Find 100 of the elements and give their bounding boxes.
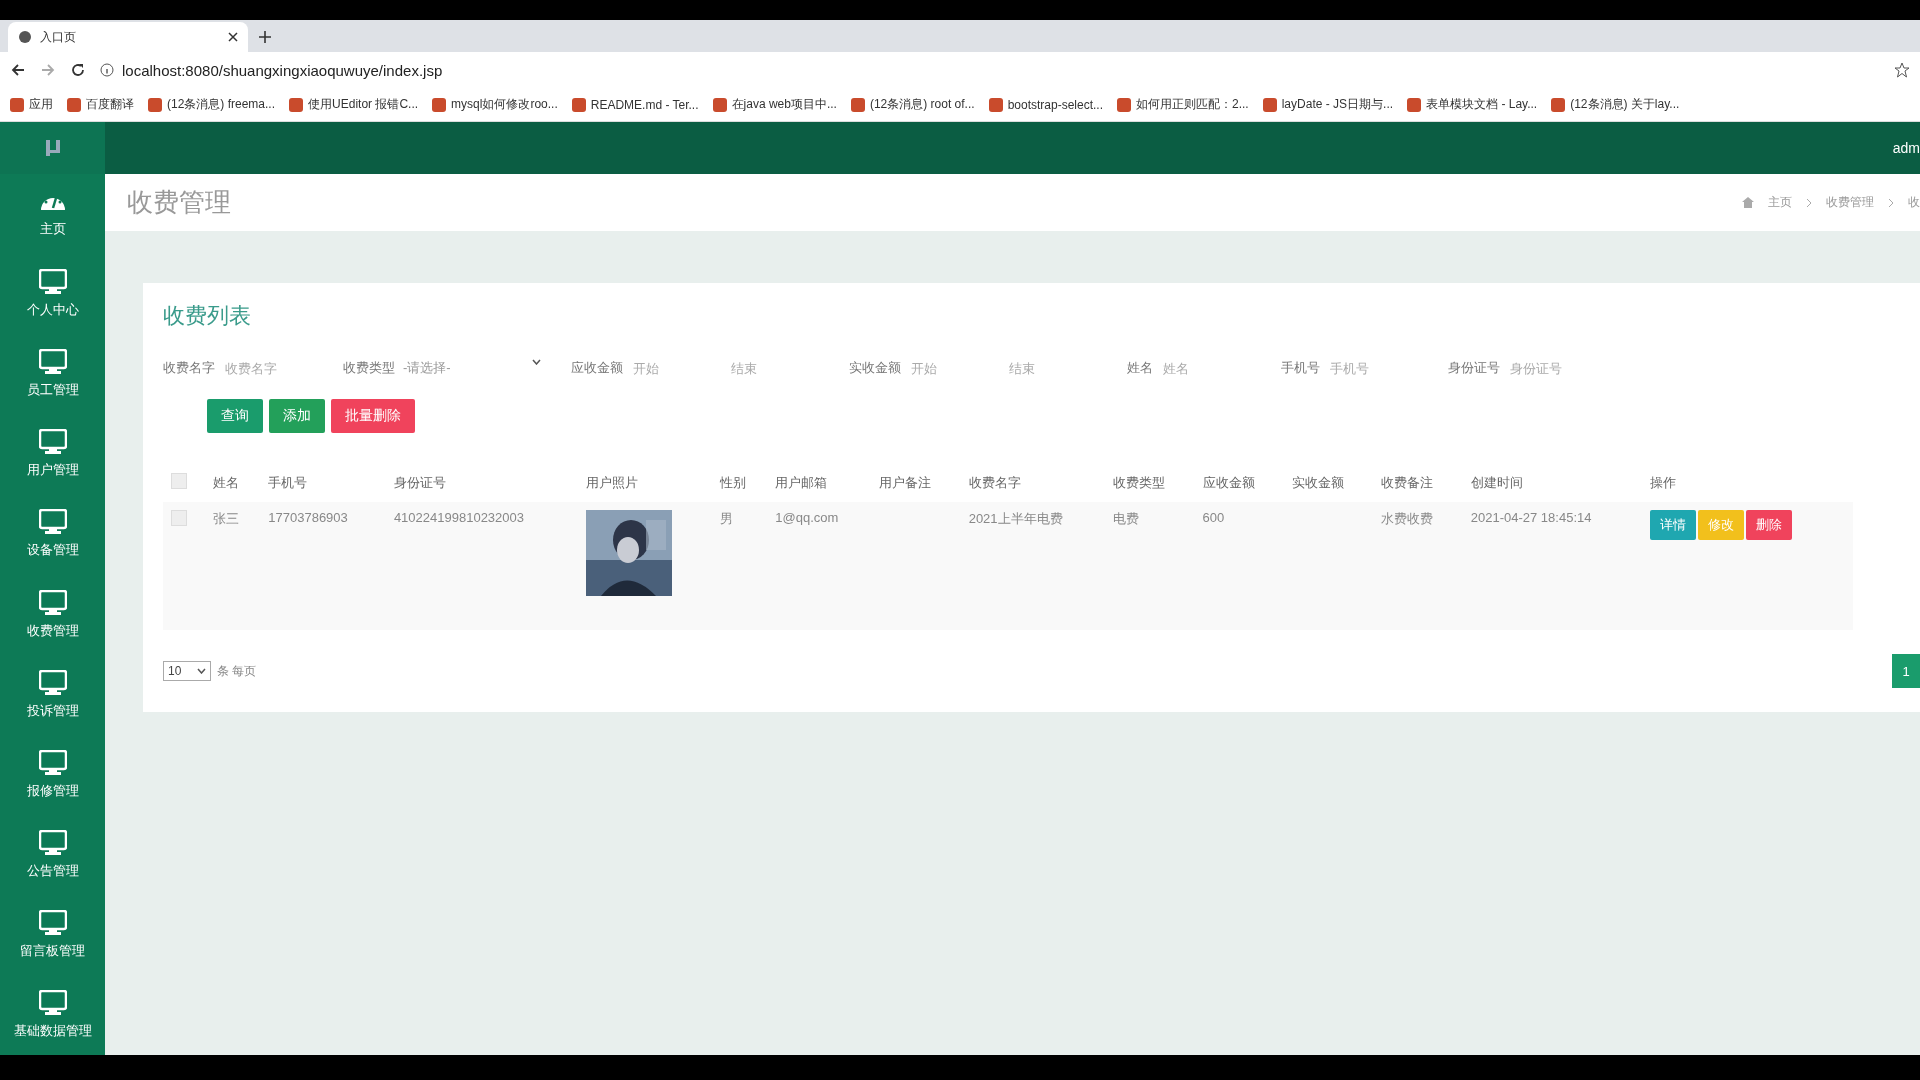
page-button[interactable]: 1 — [1892, 654, 1920, 688]
column-header: 应收金额 — [1194, 463, 1284, 502]
column-header: 创建时间 — [1462, 463, 1643, 502]
filter-input[interactable]: 收费名字 — [223, 359, 313, 377]
row-checkbox[interactable] — [171, 510, 187, 526]
monitor-icon — [38, 509, 67, 536]
breadcrumb-link[interactable]: 收费管理 — [1826, 194, 1874, 211]
monitor-icon — [38, 429, 67, 456]
filter-label: 收费类型 — [343, 359, 395, 377]
select-all-checkbox[interactable] — [171, 473, 187, 489]
favicon-icon — [988, 97, 1003, 112]
filter-label: 姓名 — [1127, 359, 1153, 377]
info-icon — [100, 63, 114, 77]
favicon-icon — [1551, 97, 1566, 112]
favicon-icon — [67, 97, 81, 112]
favicon-icon — [10, 97, 24, 112]
bookmark[interactable]: 百度翻译 — [67, 96, 134, 113]
table-cell: 电费 — [1113, 511, 1140, 526]
sidebar-item[interactable]: 个人中心 — [0, 254, 105, 335]
favicon-icon — [850, 97, 865, 112]
column-header: 姓名 — [205, 463, 261, 502]
bookmark[interactable]: README.md - Ter... — [571, 97, 699, 112]
range-input[interactable]: 结束 — [1007, 359, 1097, 377]
favicon-icon — [571, 97, 586, 112]
filter-label: 身份证号 — [1448, 359, 1500, 377]
card-title: 收费列表 — [163, 302, 252, 330]
back-icon[interactable] — [10, 62, 26, 78]
range-input[interactable]: 结束 — [729, 359, 819, 377]
star-icon[interactable] — [1894, 62, 1910, 78]
bookmark[interactable]: (12条消息) root of... — [850, 96, 975, 113]
sidebar-item[interactable]: 收费管理 — [0, 574, 105, 655]
table-cell: 男 — [720, 511, 734, 526]
action-button[interactable]: 批量删除 — [331, 399, 415, 433]
type-select[interactable]: -请选择- — [403, 359, 541, 377]
monitor-icon — [38, 669, 67, 696]
monitor-icon — [38, 349, 67, 376]
filter-label: 应收金额 — [571, 359, 623, 377]
monitor-icon — [38, 990, 67, 1016]
caret-icon — [197, 668, 206, 674]
favicon-icon — [1117, 97, 1131, 112]
monitor-icon — [38, 909, 67, 936]
page-size-label: 条 每页 — [217, 662, 257, 680]
bookmark[interactable]: (12条消息) 关于lay... — [1551, 96, 1680, 113]
close-icon[interactable] — [228, 32, 238, 42]
row-action-button[interactable]: 删除 — [1746, 510, 1793, 540]
action-button[interactable]: 添加 — [269, 399, 325, 433]
new-tab-icon[interactable] — [258, 30, 272, 44]
range-input[interactable]: 开始 — [909, 359, 999, 377]
chevron-icon — [1806, 197, 1812, 208]
column-header: 手机号 — [260, 463, 386, 502]
sidebar-item[interactable]: 基础数据管理 — [0, 974, 105, 1056]
user-name[interactable]: adm — [1892, 140, 1920, 156]
sidebar-item[interactable]: 报修管理 — [0, 734, 105, 815]
range-input[interactable]: 开始 — [631, 359, 721, 377]
sidebar-item[interactable]: 设备管理 — [0, 494, 105, 575]
filter-label: 收费名字 — [163, 359, 215, 377]
column-header: 收费类型 — [1105, 463, 1195, 502]
favicon-icon — [712, 97, 727, 112]
favicon-icon — [432, 97, 447, 112]
favicon-icon — [148, 97, 162, 112]
sidebar-item[interactable]: 用户管理 — [0, 414, 105, 495]
sidebar-item[interactable]: 投诉管理 — [0, 654, 105, 735]
bookmark[interactable]: 如何用正则匹配：2... — [1117, 96, 1249, 113]
table-cell: 410224199810232003 — [393, 510, 524, 525]
sidebar-item[interactable]: 员工管理 — [0, 334, 105, 415]
filter-input[interactable]: 身份证号 — [1508, 359, 1598, 377]
favicon-icon — [1407, 97, 1422, 112]
caret-icon — [532, 359, 541, 365]
sidebar-item[interactable]: 留言板管理 — [0, 894, 105, 975]
table-cell: 张三 — [213, 511, 240, 526]
bookmark[interactable]: (12条消息) freema... — [148, 96, 276, 113]
filter-label: 实收金额 — [849, 359, 901, 377]
bookmark[interactable]: 使用UEditor 报错C... — [289, 96, 419, 113]
column-header: 收费备注 — [1373, 463, 1463, 502]
bookmark[interactable]: 在java web项目中... — [712, 96, 837, 113]
reload-icon[interactable] — [70, 62, 86, 78]
table-cell: 2021上半年电费 — [968, 511, 1063, 526]
browser-tab[interactable]: 入口页 — [8, 22, 248, 52]
bookmark[interactable]: 应用 — [10, 96, 53, 113]
home-icon — [1742, 197, 1754, 208]
monitor-icon — [38, 829, 67, 856]
column-header: 用户邮箱 — [767, 463, 872, 502]
sidebar-item[interactable]: 公告管理 — [0, 814, 105, 895]
filter-input[interactable]: 姓名 — [1161, 359, 1251, 377]
column-header: 性别 — [712, 463, 768, 502]
bookmark[interactable]: bootstrap-select... — [988, 97, 1103, 112]
bookmark[interactable]: 表单模块文档 - Lay... — [1407, 96, 1538, 113]
table-cell: 水费收费 — [1381, 511, 1434, 526]
sidebar-item[interactable]: 主页 — [0, 174, 105, 255]
column-header: 用户备注 — [871, 463, 961, 502]
chevron-icon — [1888, 197, 1894, 208]
filter-label: 手机号 — [1281, 359, 1320, 377]
bookmark[interactable]: layDate - JS日期与... — [1262, 96, 1394, 113]
breadcrumb-link[interactable]: 收 — [1908, 194, 1920, 211]
filter-input[interactable]: 手机号 — [1328, 359, 1418, 377]
row-action-button[interactable]: 详情 — [1650, 510, 1697, 540]
action-button[interactable]: 查询 — [207, 399, 263, 433]
breadcrumb-link[interactable]: 主页 — [1768, 194, 1792, 211]
bookmark[interactable]: mysql如何修改roo... — [432, 96, 558, 113]
page-size-select[interactable]: 10 — [163, 661, 211, 681]
